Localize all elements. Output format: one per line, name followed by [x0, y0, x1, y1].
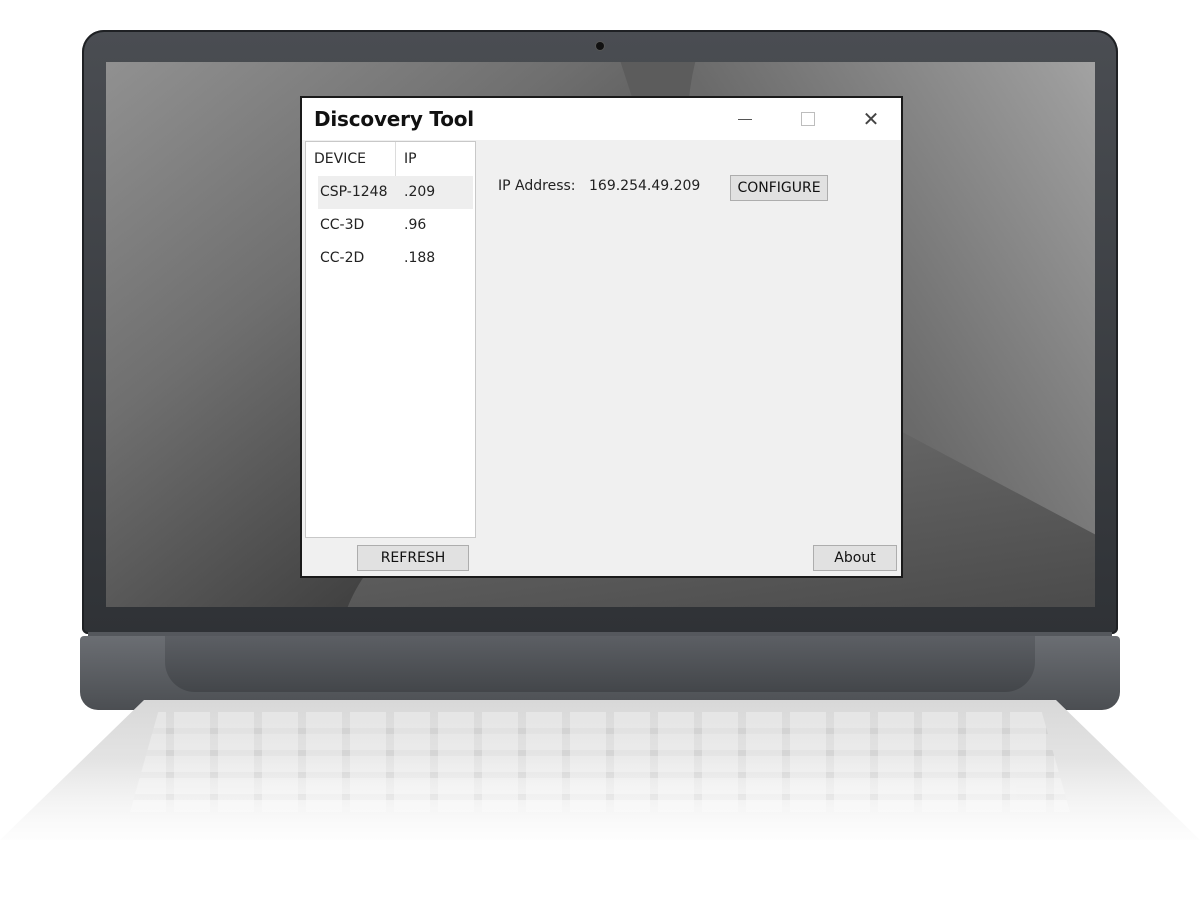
webcam-icon	[596, 42, 604, 50]
ip-address-value: 169.254.49.209	[589, 178, 701, 194]
close-button[interactable]: ✕	[848, 102, 894, 136]
list-item[interactable]: CSP-1248 .209	[318, 176, 473, 209]
list-item[interactable]: CC-2D .188	[318, 242, 473, 275]
refresh-button[interactable]: REFRESH	[357, 545, 469, 571]
device-ip: .209	[404, 184, 436, 200]
device-list[interactable]: DEVICE IP CSP-1248 .209 CC-3D .96 CC-2D …	[305, 141, 476, 538]
device-ip: .188	[404, 250, 436, 266]
minimize-button[interactable]	[722, 102, 768, 136]
column-header-device[interactable]: DEVICE	[306, 142, 396, 176]
minimize-icon	[738, 118, 752, 120]
ip-address-label: IP Address:	[498, 178, 576, 194]
list-item[interactable]: CC-3D .96	[318, 209, 473, 242]
column-header-ip[interactable]: IP	[396, 142, 473, 176]
maximize-button[interactable]	[785, 102, 831, 136]
title-bar[interactable]: Discovery Tool ✕	[302, 98, 901, 140]
about-button[interactable]: About	[813, 545, 897, 571]
discovery-tool-window: Discovery Tool ✕ DEVICE IP CSP-1248 .209…	[300, 96, 903, 578]
device-name: CC-3D	[320, 217, 365, 233]
device-ip: .96	[404, 217, 427, 233]
device-name: CC-2D	[320, 250, 365, 266]
close-icon: ✕	[862, 107, 880, 131]
window-title: Discovery Tool	[314, 107, 474, 131]
device-name: CSP-1248	[320, 184, 388, 200]
maximize-icon	[801, 112, 815, 126]
configure-button[interactable]: CONFIGURE	[730, 175, 828, 201]
